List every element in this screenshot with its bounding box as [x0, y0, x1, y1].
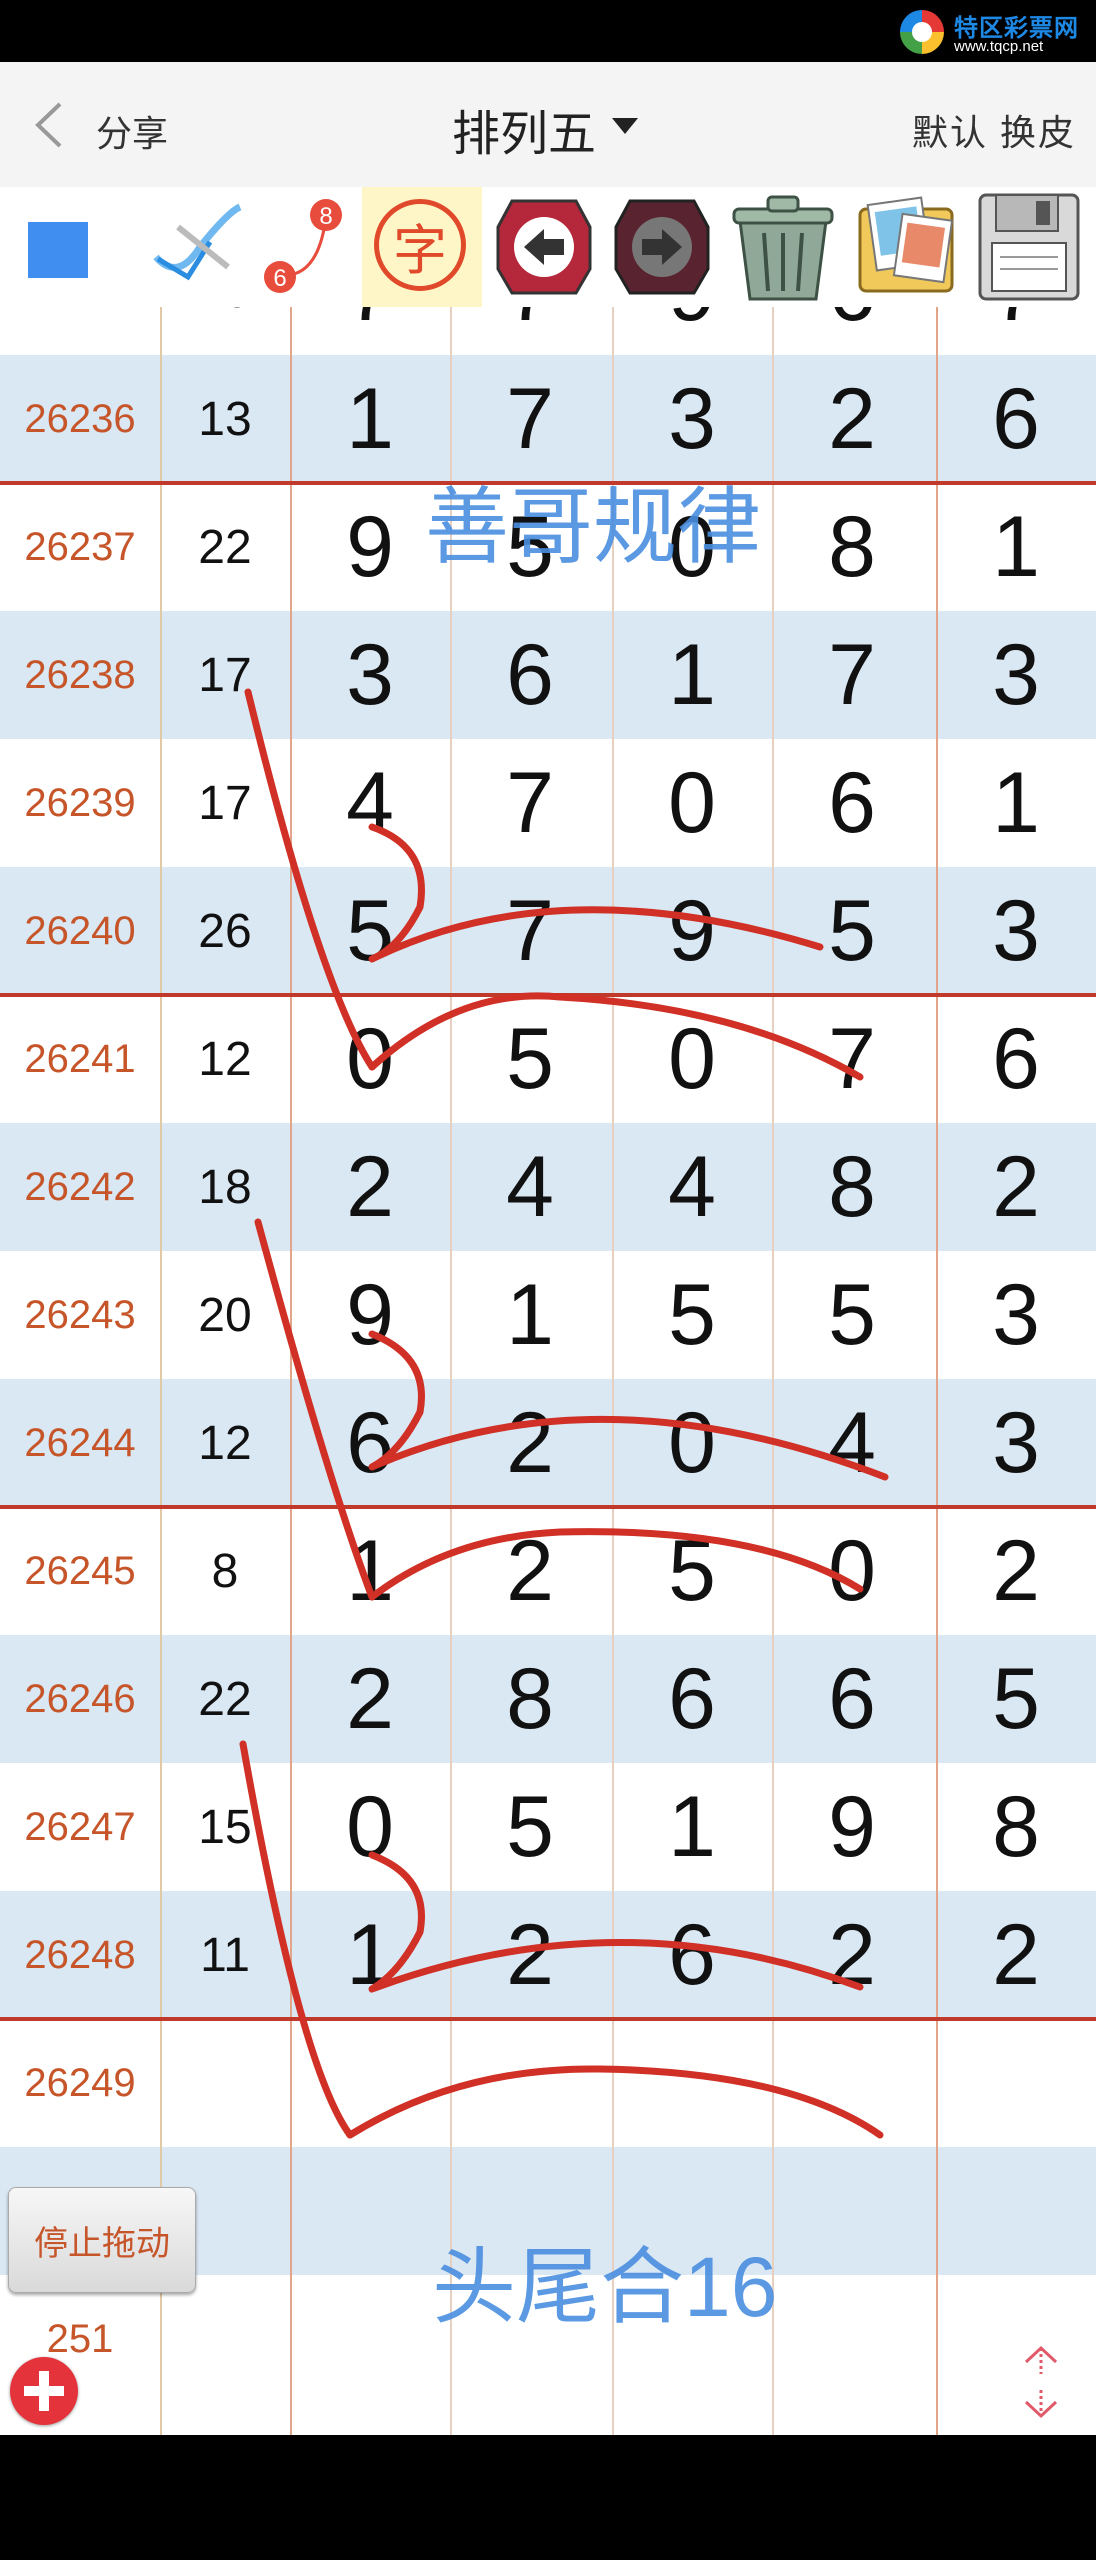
check-pen-icon[interactable]: [148, 187, 248, 307]
badge-bottom-label: 6: [273, 265, 286, 292]
share-link[interactable]: 分享: [96, 105, 168, 157]
system-nav-bar: [0, 2435, 1096, 2560]
watermark-url: www.tqcp.net: [954, 38, 1044, 55]
trash-icon[interactable]: [724, 187, 842, 307]
caret-down-icon[interactable]: [612, 118, 638, 134]
square-icon[interactable]: [28, 187, 90, 307]
annotation-footer: 头尾合16: [432, 2240, 778, 2334]
arrow-left-icon[interactable]: [490, 187, 598, 307]
nav-bar: 分享 排列五 默认 换皮: [0, 62, 1096, 187]
badge-icon[interactable]: 8 6: [258, 187, 348, 307]
badge-top-label: 8: [319, 203, 332, 230]
chevron-left-icon[interactable]: [30, 100, 70, 150]
add-icon[interactable]: [10, 2357, 78, 2425]
zi-label: 字: [374, 199, 466, 291]
page-title[interactable]: 排列五: [452, 94, 596, 164]
arrow-right-icon[interactable]: [608, 187, 716, 307]
watermark: 特区彩票网 www.tqcp.net: [900, 8, 1090, 60]
skin-menu[interactable]: 默认 换皮: [912, 104, 1076, 156]
status-bar: 特区彩票网 www.tqcp.net: [0, 0, 1096, 62]
scroll-updown-icon[interactable]: [1016, 2344, 1066, 2420]
toolbar: 8 6 字: [0, 187, 1096, 307]
floppy-disk-icon[interactable]: [970, 187, 1088, 307]
stop-drag-button[interactable]: 停止拖动: [8, 2187, 196, 2293]
annotation-title: 善哥规律: [425, 480, 762, 574]
handwritten-annotations: [239, 688, 889, 2139]
watermark-logo-icon: [900, 10, 944, 54]
photos-icon[interactable]: [846, 187, 966, 307]
zi-icon[interactable]: 字: [362, 187, 482, 307]
